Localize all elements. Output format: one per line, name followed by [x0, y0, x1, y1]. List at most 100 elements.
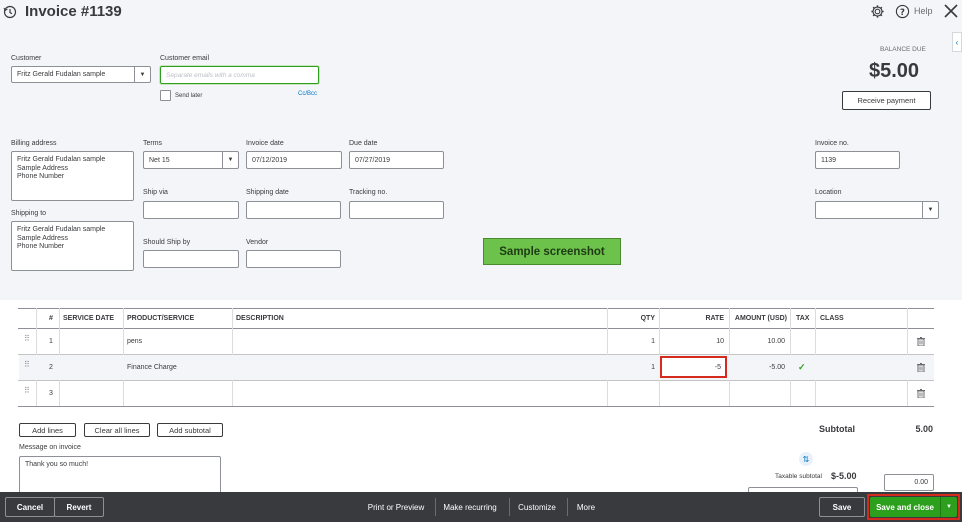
send-later-label: Send later — [175, 93, 203, 99]
save-button[interactable]: Save — [819, 497, 865, 517]
save-and-close-button[interactable]: Save and close — [870, 497, 940, 517]
should-ship-by-label: Should Ship by — [143, 239, 191, 246]
table-row-num: 1 — [49, 338, 53, 345]
tracking-no-field[interactable] — [349, 201, 444, 219]
message-on-invoice-label: Message on invoice — [19, 444, 81, 451]
rate-input-highlighted[interactable]: -5 — [660, 356, 727, 378]
help-icon[interactable]: ? — [895, 4, 910, 19]
caret-down-icon: ▼ — [946, 504, 952, 510]
footer-separator — [509, 498, 510, 516]
chevron-down-icon[interactable]: ▼ — [222, 152, 238, 168]
billing-address-field[interactable]: Fritz Gerald Fudalan sample Sample Addre… — [11, 151, 134, 201]
table-row-rate[interactable]: 10 — [659, 329, 724, 354]
table-row-qty[interactable]: 1 — [607, 329, 655, 354]
header-bar — [0, 0, 962, 26]
shipping-to-label: Shipping to — [11, 210, 47, 217]
customer-select[interactable]: Fritz Gerald Fudalan sample ▼ — [11, 66, 151, 83]
table-row-amount[interactable]: 10.00 — [729, 329, 785, 354]
chevron-down-icon[interactable]: ▼ — [922, 202, 938, 218]
col-description-header: DESCRIPTION — [236, 314, 284, 322]
invoice-date-label: Invoice date — [246, 140, 284, 147]
recent-history-icon[interactable] — [3, 5, 17, 19]
col-amount-header: AMOUNT (USD) — [734, 314, 787, 322]
receive-payment-button[interactable]: Receive payment — [842, 91, 931, 110]
customize-button[interactable]: Customize — [512, 497, 562, 517]
chevron-down-icon[interactable]: ▼ — [134, 67, 150, 82]
cancel-button[interactable]: Cancel — [5, 497, 55, 517]
save-options-dropdown[interactable]: ▼ — [940, 497, 957, 517]
more-button[interactable]: More — [571, 497, 601, 517]
customer-email-label: Customer email — [160, 55, 210, 62]
tax-amount-field[interactable]: 0.00 — [884, 474, 934, 491]
invoice-no-label: Invoice no. — [815, 140, 849, 147]
table-row-description[interactable] — [233, 355, 607, 380]
terms-value: Net 15 — [149, 156, 170, 164]
invoice-date-value: 07/12/2019 — [252, 156, 288, 164]
invoice-no-field[interactable]: 1139 — [815, 151, 900, 169]
message-on-invoice-field[interactable]: Thank you so much! — [19, 456, 221, 494]
customer-email-field[interactable]: Separate emails with a comma — [160, 66, 319, 84]
balance-due-label: BALANCE DUE — [880, 46, 926, 53]
due-date-value: 07/27/2019 — [355, 156, 391, 164]
trash-icon[interactable] — [917, 389, 925, 399]
location-label: Location — [815, 189, 842, 196]
table-row-qty[interactable]: 1 — [607, 355, 655, 380]
svg-text:?: ? — [900, 7, 905, 17]
taxable-subtotal-label: Taxable subtotal — [775, 473, 822, 480]
taxable-subtotal-value: $-5.00 — [831, 471, 857, 481]
trash-icon[interactable] — [917, 363, 925, 373]
table-row-num: 3 — [49, 390, 53, 397]
footer-separator — [435, 498, 436, 516]
col-tax-header: TAX — [796, 314, 810, 322]
send-later-checkbox[interactable] — [160, 90, 171, 101]
add-subtotal-button[interactable]: Add subtotal — [157, 423, 223, 437]
table-bottom-border — [18, 406, 934, 407]
location-select[interactable]: ▼ — [815, 201, 939, 219]
table-row-rate: -5 — [714, 363, 721, 371]
tax-check-icon[interactable]: ✓ — [798, 355, 806, 380]
table-row-amount[interactable]: -5.00 — [729, 355, 785, 380]
print-preview-button[interactable]: Print or Preview — [362, 497, 430, 517]
close-icon[interactable] — [943, 3, 959, 19]
trash-icon[interactable] — [917, 337, 925, 347]
add-lines-button[interactable]: Add lines — [19, 423, 76, 437]
clear-all-lines-button[interactable]: Clear all lines — [84, 423, 150, 437]
tax-amount-value: 0.00 — [914, 479, 928, 486]
invoice-date-field[interactable]: 07/12/2019 — [246, 151, 342, 169]
invoice-no-value: 1139 — [821, 156, 837, 164]
table-row-num: 2 — [49, 364, 53, 371]
make-recurring-button[interactable]: Make recurring — [438, 497, 502, 517]
tracking-no-label: Tracking no. — [349, 189, 388, 196]
table-row-product[interactable]: pens — [127, 329, 142, 354]
sample-screenshot-watermark: Sample screenshot — [483, 238, 621, 265]
drag-handle-icon[interactable]: ⠿ — [24, 387, 30, 397]
col-qty-header: QTY — [640, 314, 655, 322]
gear-icon[interactable] — [870, 4, 885, 19]
terms-select[interactable]: Net 15 ▼ — [143, 151, 239, 169]
shipping-date-label: Shipping date — [246, 189, 289, 196]
revert-button[interactable]: Revert — [54, 497, 104, 517]
ship-via-field[interactable] — [143, 201, 239, 219]
cc-bcc-link[interactable]: Cc/Bcc — [298, 91, 317, 97]
shipping-address-field[interactable]: Fritz Gerald Fudalan sample Sample Addre… — [11, 221, 134, 271]
table-row-description[interactable] — [233, 329, 607, 354]
drag-handle-icon[interactable]: ⠿ — [24, 361, 30, 371]
due-date-field[interactable]: 07/27/2019 — [349, 151, 444, 169]
should-ship-by-field[interactable] — [143, 250, 239, 268]
customer-label: Customer — [11, 55, 42, 62]
sort-arrows-icon[interactable]: ⇅ — [799, 452, 813, 466]
drag-handle-icon[interactable]: ⠿ — [24, 335, 30, 345]
ship-via-label: Ship via — [143, 189, 168, 196]
email-placeholder: Separate emails with a comma — [166, 71, 255, 79]
table-row-product[interactable]: Finance Charge — [127, 355, 177, 380]
side-panel-toggle[interactable]: ‹ — [952, 32, 962, 52]
table-row-product[interactable] — [127, 381, 232, 406]
page-title: Invoice #1139 — [25, 3, 122, 20]
col-num-header: # — [49, 314, 53, 322]
help-label[interactable]: Help — [914, 6, 933, 16]
vendor-field[interactable] — [246, 250, 341, 268]
col-service-date-header: SERVICE DATE — [63, 314, 115, 322]
shipping-date-field[interactable] — [246, 201, 341, 219]
col-rate-header: RATE — [705, 314, 724, 322]
vendor-label: Vendor — [246, 239, 269, 246]
